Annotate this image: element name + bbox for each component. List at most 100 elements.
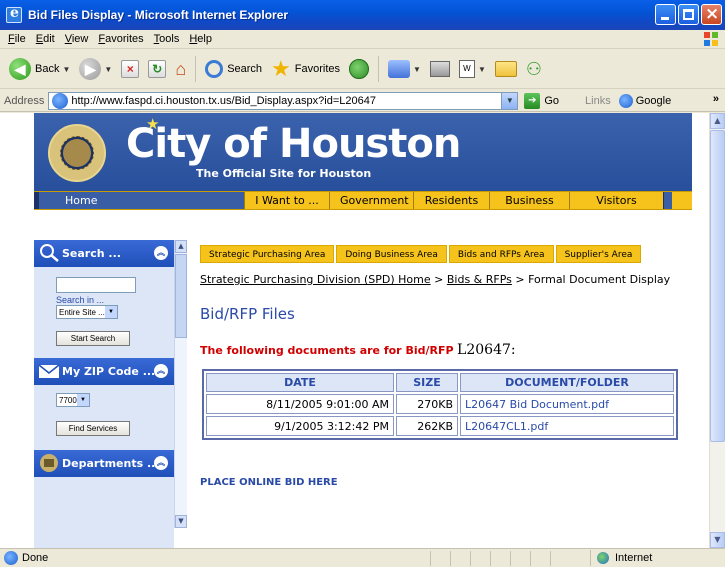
place-online-bid-link[interactable]: PLACE ONLINE BID HERE xyxy=(200,477,338,488)
print-button[interactable] xyxy=(427,54,453,84)
document-link[interactable]: L20647 Bid Document.pdf xyxy=(460,394,674,414)
stop-button[interactable]: × xyxy=(118,54,142,84)
start-search-button[interactable]: Start Search xyxy=(56,331,130,346)
maximize-icon xyxy=(683,9,694,20)
chevron-down-icon[interactable]: ▼ xyxy=(413,65,421,74)
nav-government[interactable]: Government xyxy=(329,192,413,209)
address-label: Address xyxy=(4,94,45,107)
chevron-down-icon[interactable]: ▼ xyxy=(62,65,70,74)
table-row: 8/11/2005 9:01:00 AM 270KB L20647 Bid Do… xyxy=(206,394,674,414)
mail-button[interactable]: ▼ xyxy=(385,54,424,84)
zip-code-select[interactable]: 77002 ▼ xyxy=(56,393,90,407)
back-button[interactable]: ◀ Back ▼ xyxy=(6,54,73,84)
scroll-down-icon[interactable]: ▼ xyxy=(710,532,725,548)
page-scroll-thumb[interactable] xyxy=(710,130,725,442)
breadcrumb-separator: > xyxy=(511,273,529,286)
status-pane xyxy=(490,551,510,566)
cell-date: 8/11/2005 9:01:00 AM xyxy=(206,394,394,414)
menu-help[interactable]: Help xyxy=(187,33,214,45)
minimize-button[interactable] xyxy=(655,4,676,25)
link-google-label: Google xyxy=(635,94,672,107)
zip-panel-header[interactable]: My ZIP Code ... ︽ xyxy=(34,358,174,385)
address-dropdown[interactable]: ▼ xyxy=(501,92,518,109)
address-input[interactable]: http://www.faspd.ci.houston.tx.us/Bid_Di… xyxy=(48,91,519,110)
home-button[interactable]: ⌂ xyxy=(172,54,189,84)
panel-gap xyxy=(34,436,174,450)
refresh-button[interactable]: ↻ xyxy=(145,54,169,84)
search-panel-header[interactable]: Search ... ︽ xyxy=(34,240,174,267)
status-pane xyxy=(430,551,450,566)
search-scope-select[interactable]: Entire Site ... ▼ xyxy=(56,305,118,319)
bid-files-table: DATE SIZE DOCUMENT/FOLDER 8/11/2005 9:01… xyxy=(202,369,678,440)
title-bar: Bid Files Display - Microsoft Internet E… xyxy=(0,0,725,30)
menu-file[interactable]: File xyxy=(6,33,28,45)
menu-favorites[interactable]: Favorites xyxy=(96,33,145,45)
menu-view[interactable]: View xyxy=(63,33,91,45)
status-pane xyxy=(510,551,530,566)
sidebar-scrollbar[interactable]: ▲ ▼ xyxy=(174,240,187,528)
find-services-button[interactable]: Find Services xyxy=(56,421,130,436)
status-pane xyxy=(470,551,490,566)
edit-button[interactable]: W ▼ xyxy=(456,54,489,84)
nav-i-want-to[interactable]: I Want to ... xyxy=(244,192,329,209)
zip-panel-body: 77002 ▼ Find Services xyxy=(34,385,174,436)
table-header-row: DATE SIZE DOCUMENT/FOLDER xyxy=(206,373,674,392)
menu-edit[interactable]: Edit xyxy=(34,33,57,45)
chevron-down-icon[interactable]: ▼ xyxy=(104,65,112,74)
cell-size: 262KB xyxy=(396,416,458,436)
chevron-down-icon[interactable]: ▼ xyxy=(478,65,486,74)
search-icon xyxy=(205,60,224,78)
scroll-down-icon[interactable]: ▼ xyxy=(175,515,187,528)
city-seal[interactable] xyxy=(48,124,106,182)
go-button[interactable]: ➔ Go xyxy=(524,92,559,109)
address-bar: Address http://www.faspd.ci.houston.tx.u… xyxy=(0,90,725,112)
magnifier-icon xyxy=(40,244,59,262)
collapse-icon[interactable]: ︽ xyxy=(154,364,168,378)
maximize-button[interactable] xyxy=(678,4,699,25)
page-scrollbar[interactable]: ▲ ▼ xyxy=(709,113,725,548)
close-button[interactable]: × xyxy=(701,4,722,25)
zone-label: Internet xyxy=(615,552,653,564)
site-subtitle: The Official Site for Houston xyxy=(196,167,372,180)
home-icon: ⌂ xyxy=(175,58,187,79)
breadcrumb: Strategic Purchasing Division (SPD) Home… xyxy=(200,273,670,286)
seal-ring xyxy=(60,136,94,170)
envelope-icon xyxy=(38,364,60,378)
tab-bids-rfps[interactable]: Bids and RFPs Area xyxy=(448,245,554,263)
nav-residents[interactable]: Residents xyxy=(413,192,489,209)
nav-home[interactable]: Home xyxy=(34,192,244,209)
nav-visitors[interactable]: Visitors xyxy=(569,192,663,209)
history-button[interactable] xyxy=(346,54,372,84)
search-button[interactable]: Search xyxy=(202,54,265,84)
scroll-up-icon[interactable]: ▲ xyxy=(175,240,187,253)
document-link[interactable]: L20647CL1.pdf xyxy=(460,416,674,436)
favorites-button[interactable]: ★ Favorites xyxy=(268,54,343,84)
breadcrumb-bids-rfps[interactable]: Bids & RFPs xyxy=(447,273,512,286)
scroll-up-icon[interactable]: ▲ xyxy=(710,113,725,129)
toolbar-separator xyxy=(378,56,380,82)
tab-suppliers[interactable]: Supplier's Area xyxy=(555,245,642,263)
top-navigation: Home I Want to ... Government Residents … xyxy=(34,191,692,210)
departments-panel-header[interactable]: Departments ... ︽ xyxy=(34,450,174,477)
link-google[interactable]: Google xyxy=(618,93,672,108)
messenger-button[interactable]: ⚇ xyxy=(523,54,545,84)
messenger-icon: ⚇ xyxy=(525,58,543,79)
search-scope-value: Entire Site ... xyxy=(59,308,105,317)
area-tabs: Strategic Purchasing Area Doing Business… xyxy=(200,245,642,263)
collapse-icon[interactable]: ︽ xyxy=(154,456,168,470)
collapse-icon[interactable]: ︽ xyxy=(154,246,168,260)
tab-doing-business[interactable]: Doing Business Area xyxy=(336,245,447,263)
forward-button[interactable]: ▶ ▼ xyxy=(76,54,115,84)
edit-icon: W xyxy=(458,60,475,78)
status-pane xyxy=(550,551,570,566)
cell-size: 270KB xyxy=(396,394,458,414)
nav-business[interactable]: Business xyxy=(489,192,569,209)
site-search-input[interactable] xyxy=(56,277,136,293)
chevron-right-icon[interactable]: » xyxy=(713,93,719,105)
folder-button[interactable] xyxy=(492,54,520,84)
menu-tools[interactable]: Tools xyxy=(152,33,182,45)
site-title[interactable]: City of Houston xyxy=(126,121,461,167)
tab-strategic-purchasing[interactable]: Strategic Purchasing Area xyxy=(200,245,335,263)
breadcrumb-spd-home[interactable]: Strategic Purchasing Division (SPD) Home xyxy=(200,273,431,286)
sidebar-scroll-thumb[interactable] xyxy=(175,254,187,338)
